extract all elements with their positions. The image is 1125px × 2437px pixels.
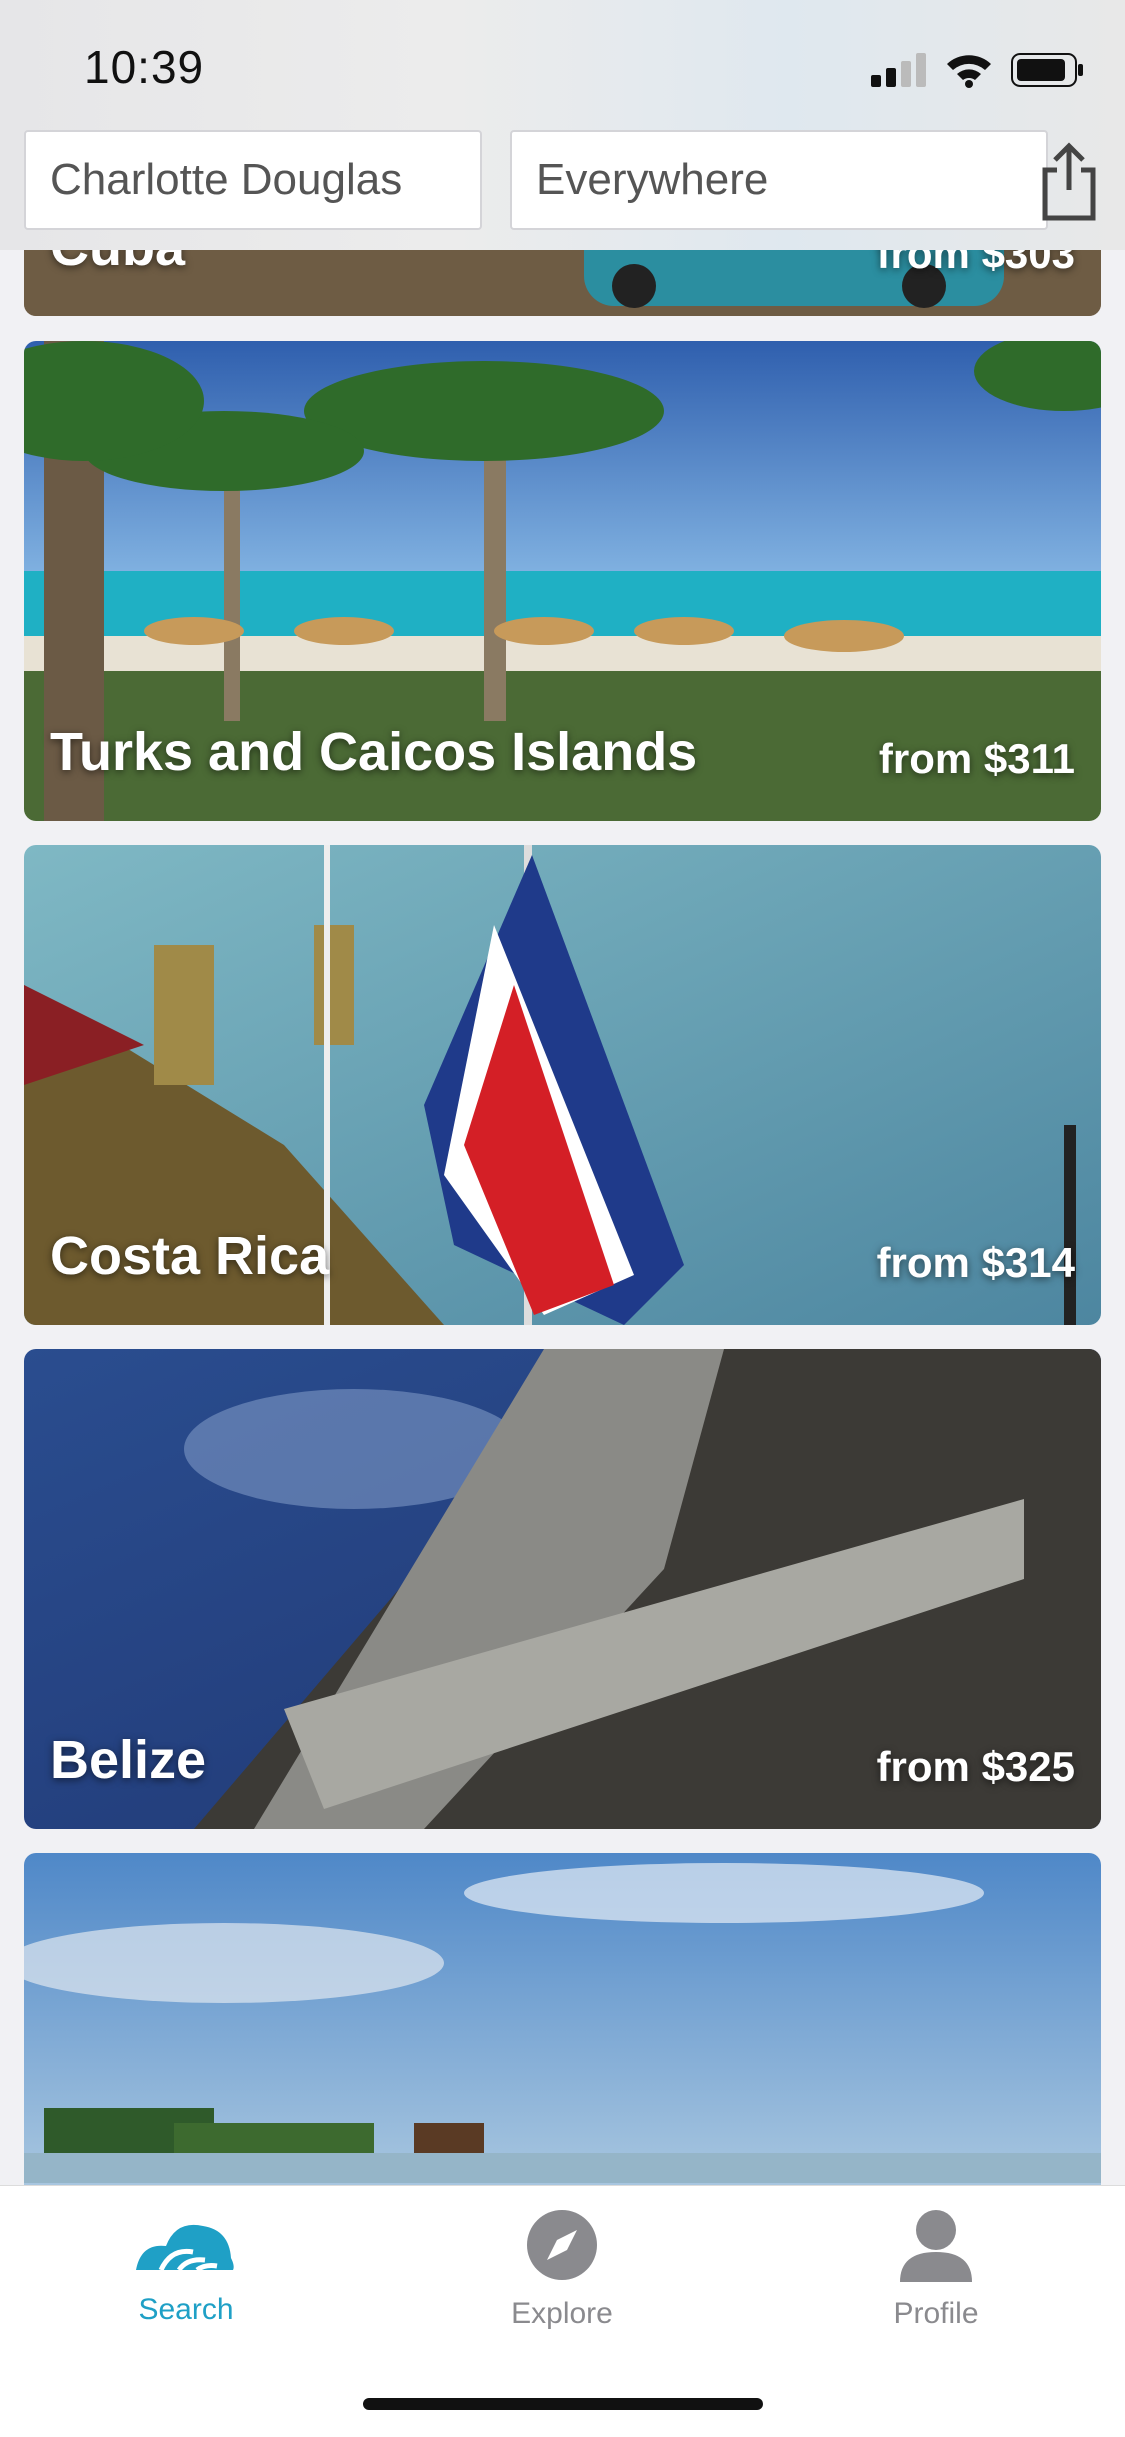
destination-name: Costa Rica [50, 1226, 330, 1286]
battery-icon [1011, 53, 1083, 87]
skyscanner-cloud-icon [136, 2224, 234, 2273]
destination-list[interactable]: Cuba from $303 Tu [0, 0, 1125, 2185]
search-row: Charlotte Douglas Everywhere [24, 130, 1101, 230]
destination-price: from $314 [876, 1239, 1075, 1286]
cellular-signal-icon [871, 53, 926, 87]
tab-label: Profile [893, 2297, 979, 2330]
destination-photo [24, 1853, 1101, 2185]
destination-card-turks-and-caicos[interactable]: Turks and Caicos Islands from $311 [24, 341, 1101, 821]
tab-search[interactable]: Search [66, 2208, 306, 2327]
tab-explore[interactable]: Explore [442, 2208, 682, 2331]
destination-price: from $311 [878, 735, 1075, 782]
tab-label: Search [138, 2293, 234, 2326]
destination-name: Turks and Caicos Islands [50, 722, 698, 782]
tab-label: Explore [511, 2297, 613, 2330]
header: 10:39 Charlotte Douglas Everywhere [0, 0, 1125, 250]
destination-card-costa-rica[interactable]: Costa Rica from $314 [24, 845, 1101, 1325]
destination-card-belize[interactable]: Belize from $325 [24, 1349, 1101, 1829]
home-indicator [363, 2398, 763, 2410]
status-icons [871, 52, 1085, 88]
destination-field[interactable]: Everywhere [510, 130, 1048, 230]
share-icon [1042, 142, 1096, 221]
person-icon [900, 2210, 972, 2282]
compass-icon [527, 2210, 597, 2280]
destination-card[interactable] [24, 1853, 1101, 2185]
destination-price: from $325 [876, 1743, 1075, 1790]
share-button[interactable] [1037, 136, 1101, 224]
origin-field[interactable]: Charlotte Douglas [24, 130, 482, 230]
status-time: 10:39 [84, 41, 205, 93]
tab-profile[interactable]: Profile [816, 2208, 1056, 2331]
destination-name: Belize [50, 1730, 207, 1790]
wifi-icon [947, 55, 991, 88]
